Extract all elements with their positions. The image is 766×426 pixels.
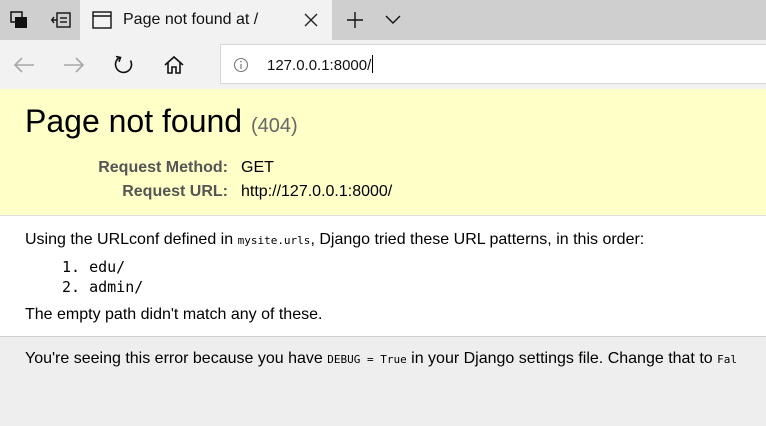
request-method-label: Request Method: — [98, 159, 228, 176]
new-tab-icon[interactable] — [338, 0, 372, 40]
url-patterns-info: Using the URLconf defined in mysite.urls… — [0, 216, 766, 337]
urlconf-name: mysite.urls — [237, 234, 311, 247]
page-title: Page not found (404) — [25, 103, 298, 139]
request-url-value: http://127.0.0.1:8000/ — [241, 183, 393, 200]
text-cursor — [372, 55, 374, 73]
page-icon — [92, 11, 112, 34]
browser-toolbar: 127.0.0.1:8000/ — [0, 40, 766, 89]
tab-strip: Page not found at / — [0, 0, 766, 40]
address-bar[interactable]: 127.0.0.1:8000/ — [220, 44, 766, 84]
tab-preview-chevron-down-icon[interactable] — [376, 0, 410, 40]
list-item: 1. edu/ — [62, 258, 126, 276]
request-method-row: Request Method: GET — [25, 156, 392, 180]
error-summary: Page not found (404) Request Method: GET… — [0, 89, 766, 216]
status-code: (404) — [250, 115, 298, 137]
set-tabs-aside-icon[interactable] — [44, 0, 78, 40]
close-tab-icon[interactable] — [298, 7, 324, 33]
site-info-icon[interactable] — [233, 57, 249, 78]
request-meta-table: Request Method: GET Request URL: http://… — [25, 156, 392, 204]
debug-explanation: You're seeing this error because you hav… — [0, 337, 766, 426]
request-method-value: GET — [241, 159, 274, 176]
refresh-icon[interactable] — [108, 49, 140, 81]
tab-title: Page not found at / — [123, 11, 259, 28]
url-pattern-list: 1. edu/ 2. admin/ — [62, 258, 143, 298]
truncated-code: Fal — [717, 353, 737, 366]
explanation-text: You're seeing this error because you hav… — [25, 350, 737, 367]
urlconf-intro-text: Using the URLconf defined in mysite.urls… — [25, 231, 645, 248]
home-icon[interactable] — [158, 49, 190, 81]
no-match-text: The empty path didn't match any of these… — [25, 306, 323, 323]
back-arrow-icon[interactable] — [8, 49, 40, 81]
address-text[interactable]: 127.0.0.1:8000/ — [267, 55, 374, 74]
request-url-row: Request URL: http://127.0.0.1:8000/ — [25, 180, 392, 204]
active-tab[interactable]: Page not found at / — [80, 0, 332, 40]
list-item: 2. admin/ — [62, 278, 144, 296]
request-url-label: Request URL: — [122, 183, 228, 200]
forward-arrow-icon[interactable] — [58, 49, 90, 81]
tab-actions-icon[interactable] — [0, 0, 38, 40]
debug-setting-code: DEBUG = True — [327, 353, 407, 366]
